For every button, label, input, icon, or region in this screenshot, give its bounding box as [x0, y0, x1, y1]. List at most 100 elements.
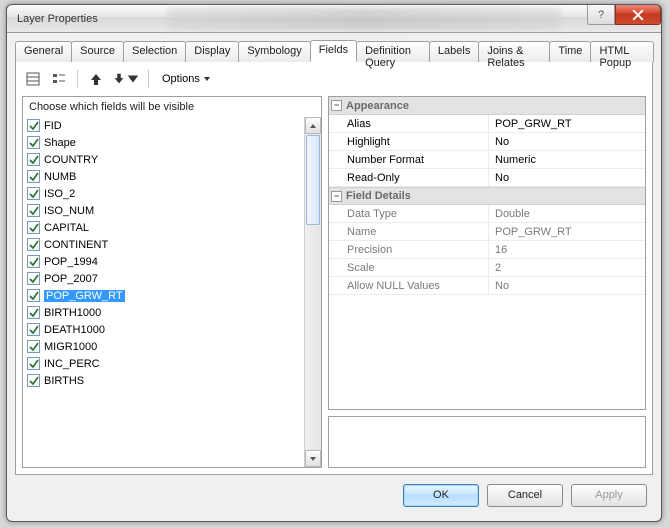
titlebar-blur	[167, 7, 561, 30]
propgrid-row[interactable]: HighlightNo	[329, 133, 645, 151]
scroll-down-button[interactable]	[305, 450, 321, 467]
field-item[interactable]: NUMB	[23, 168, 321, 185]
field-label: CAPITAL	[44, 222, 89, 234]
tabstrip: GeneralSourceSelectionDisplaySymbologyFi…	[15, 41, 653, 62]
field-item[interactable]: CAPITAL	[23, 219, 321, 236]
propgrid-row: Allow NULL ValuesNo	[329, 277, 645, 295]
field-item[interactable]: COUNTRY	[23, 151, 321, 168]
prop-key: Scale	[329, 259, 489, 276]
cancel-button[interactable]: Cancel	[487, 484, 563, 507]
section-title: Field Details	[346, 190, 411, 202]
prop-value[interactable]: No	[489, 169, 645, 186]
scroll-up-button[interactable]	[305, 117, 321, 134]
options-dropdown[interactable]: Options	[156, 68, 217, 90]
tab-symbology[interactable]: Symbology	[238, 41, 310, 62]
tab-labels[interactable]: Labels	[429, 41, 479, 62]
fields-panes: Choose which fields will be visible FIDS…	[22, 96, 646, 468]
move-down-button[interactable]	[111, 68, 141, 90]
options-label: Options	[162, 73, 200, 85]
checkbox[interactable]	[27, 238, 40, 251]
field-item[interactable]: POP_1994	[23, 253, 321, 270]
tab-html-popup[interactable]: HTML Popup	[590, 41, 654, 62]
fields-toolbar: Options	[22, 68, 646, 90]
scrollbar[interactable]	[304, 117, 321, 467]
propgrid-row[interactable]: Number FormatNumeric	[329, 151, 645, 169]
field-label: COUNTRY	[44, 154, 98, 166]
field-item[interactable]: BIRTH1000	[23, 304, 321, 321]
checkbox[interactable]	[27, 204, 40, 217]
tab-display[interactable]: Display	[185, 41, 239, 62]
field-item[interactable]: Shape	[23, 134, 321, 151]
field-label: MIGR1000	[44, 341, 97, 353]
checkbox[interactable]	[27, 255, 40, 268]
checkbox[interactable]	[27, 323, 40, 336]
help-icon: ?	[598, 9, 604, 21]
help-button[interactable]: ?	[587, 5, 615, 25]
close-button[interactable]	[615, 5, 661, 25]
prop-key: Data Type	[329, 205, 489, 222]
propgrid-row: NamePOP_GRW_RT	[329, 223, 645, 241]
move-up-button[interactable]	[85, 68, 107, 90]
ok-button[interactable]: OK	[403, 484, 479, 507]
propgrid-section-head[interactable]: −Field Details	[329, 187, 645, 205]
fields-tab-page: Options Choose which fields will be visi…	[15, 62, 653, 475]
apply-button[interactable]: Apply	[571, 484, 647, 507]
collapse-icon[interactable]: −	[331, 191, 342, 202]
toolbar-separator	[148, 70, 149, 88]
checkbox[interactable]	[27, 187, 40, 200]
checkbox[interactable]	[27, 374, 40, 387]
field-label: CONTINENT	[44, 239, 108, 251]
list-view-button[interactable]	[22, 68, 44, 90]
checkbox[interactable]	[27, 221, 40, 234]
prop-value: 2	[489, 259, 645, 276]
tab-selection[interactable]: Selection	[123, 41, 186, 62]
prop-value[interactable]: POP_GRW_RT	[489, 115, 645, 132]
field-item[interactable]: ISO_NUM	[23, 202, 321, 219]
arrow-up-icon	[88, 71, 104, 87]
prop-key: Number Format	[329, 151, 489, 168]
field-item[interactable]: POP_2007	[23, 270, 321, 287]
prop-value: Double	[489, 205, 645, 222]
checkbox[interactable]	[27, 340, 40, 353]
tab-joins-relates[interactable]: Joins & Relates	[478, 41, 550, 62]
field-item[interactable]: FID	[23, 117, 321, 134]
field-label: INC_PERC	[44, 358, 100, 370]
checkbox[interactable]	[27, 119, 40, 132]
field-item[interactable]: ISO_2	[23, 185, 321, 202]
prop-value[interactable]: Numeric	[489, 151, 645, 168]
field-item[interactable]: DEATH1000	[23, 321, 321, 338]
detail-view-button[interactable]	[48, 68, 70, 90]
checkbox[interactable]	[27, 272, 40, 285]
scroll-thumb[interactable]	[306, 135, 320, 225]
prop-key: Precision	[329, 241, 489, 258]
checkbox[interactable]	[27, 357, 40, 370]
window-buttons: ?	[587, 5, 661, 25]
tab-general[interactable]: General	[15, 41, 72, 62]
dialog-footer: OK Cancel Apply	[15, 475, 653, 515]
titlebar[interactable]: Layer Properties ?	[7, 5, 661, 33]
checkbox[interactable]	[27, 136, 40, 149]
tab-fields[interactable]: Fields	[310, 40, 357, 62]
checkbox[interactable]	[27, 289, 40, 302]
propgrid-row[interactable]: Read-OnlyNo	[329, 169, 645, 187]
checkbox[interactable]	[27, 153, 40, 166]
field-item[interactable]: INC_PERC	[23, 355, 321, 372]
field-item[interactable]: POP_GRW_RT	[23, 287, 321, 304]
property-grid[interactable]: −AppearanceAliasPOP_GRW_RTHighlightNoNum…	[328, 96, 646, 410]
propgrid-row[interactable]: AliasPOP_GRW_RT	[329, 115, 645, 133]
tab-source[interactable]: Source	[71, 41, 124, 62]
field-list[interactable]: FIDShape COUNTRY NUMBISO_2ISO_NUM CAPITAL CO…	[23, 117, 321, 389]
field-item[interactable]: CONTINENT	[23, 236, 321, 253]
collapse-icon[interactable]: −	[331, 100, 342, 111]
field-item[interactable]: MIGR1000	[23, 338, 321, 355]
field-item[interactable]: BIRTHS	[23, 372, 321, 389]
window-title: Layer Properties	[17, 13, 98, 25]
checkbox[interactable]	[27, 170, 40, 183]
tab-time[interactable]: Time	[549, 41, 591, 62]
field-label: BIRTH1000	[44, 307, 101, 319]
checkbox[interactable]	[27, 306, 40, 319]
tab-definition-query[interactable]: Definition Query	[356, 41, 430, 62]
prop-value[interactable]: No	[489, 133, 645, 150]
field-label: DEATH1000	[44, 324, 105, 336]
propgrid-section-head[interactable]: −Appearance	[329, 97, 645, 115]
